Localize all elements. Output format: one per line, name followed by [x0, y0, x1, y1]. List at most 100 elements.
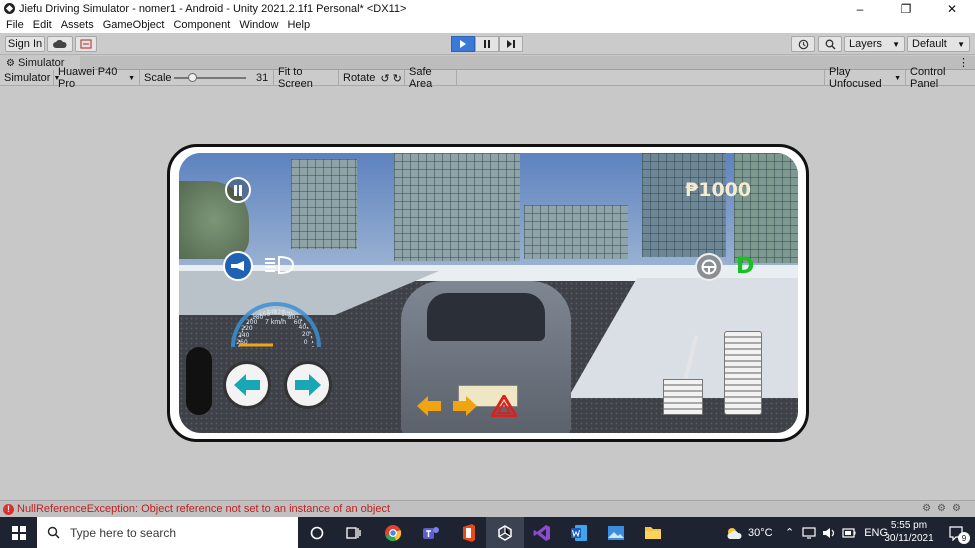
notification-center-button[interactable]: 9 — [937, 517, 975, 548]
car-rear-window — [427, 293, 545, 341]
steering-wheel-icon — [701, 259, 717, 275]
battery-icon[interactable] — [842, 527, 856, 539]
menu-gameobject[interactable]: GameObject — [103, 19, 165, 31]
menu-file[interactable]: File — [6, 19, 24, 31]
speedometer-tick-label: 260 — [236, 338, 248, 346]
building — [642, 153, 726, 257]
handbrake-slider[interactable] — [186, 347, 212, 415]
rotate-left-icon[interactable]: ↺ — [380, 72, 389, 85]
weather-partly-cloudy-icon — [727, 527, 742, 539]
speedometer-tick-label: 240 — [237, 331, 250, 339]
chevron-down-icon: ▼ — [128, 74, 135, 82]
chrome-app[interactable] — [374, 517, 412, 548]
window-title: Jiefu Driving Simulator - nomer1 - Andro… — [19, 2, 407, 15]
mode-dropdown[interactable]: Simulator ▼ — [0, 70, 60, 86]
left-signal-icon[interactable] — [415, 395, 443, 417]
menu-help[interactable]: Help — [287, 19, 310, 31]
file-explorer-app[interactable] — [634, 517, 672, 548]
word-app[interactable] — [560, 517, 598, 548]
collab-icon — [80, 39, 92, 49]
collab-button[interactable] — [75, 36, 97, 52]
search-button[interactable] — [818, 36, 842, 52]
building — [394, 153, 520, 261]
error-icon: ! — [3, 503, 14, 515]
unity-icon — [498, 524, 512, 541]
menu-assets[interactable]: Assets — [61, 19, 94, 31]
speed-readout: 7 km/h — [265, 319, 287, 326]
office-app[interactable] — [450, 517, 488, 548]
visual-studio-icon — [533, 524, 550, 541]
start-button[interactable] — [0, 517, 37, 548]
scale-value: 31 — [256, 72, 269, 84]
menu-window[interactable]: Window — [239, 19, 278, 31]
cortana-button[interactable] — [298, 517, 336, 548]
chevron-down-icon: ▼ — [894, 74, 901, 82]
unity-app[interactable] — [486, 517, 524, 548]
gear-indicator[interactable]: D — [736, 254, 754, 279]
play-controls — [451, 36, 523, 52]
fit-to-screen-button[interactable]: Fit to Screen — [274, 66, 339, 90]
photos-icon — [608, 525, 624, 540]
right-signal-icon[interactable] — [451, 395, 479, 417]
menu-bar: File Edit Assets GameObject Component Wi… — [0, 17, 975, 33]
scale-slider[interactable] — [174, 77, 246, 79]
play-mode-dropdown[interactable]: Play Unfocused ▼ — [824, 66, 906, 90]
rotate-right-icon[interactable]: ↻ — [393, 72, 402, 85]
system-tray: ⌃ ENG — [785, 517, 888, 548]
console-status-bar[interactable]: ! NullReferenceException: Object referen… — [0, 500, 975, 517]
speaker-icon[interactable] — [822, 527, 836, 539]
visual-studio-app[interactable] — [523, 517, 561, 548]
taskbar-clock[interactable]: 5:55 pm 30/11/2021 — [881, 519, 937, 545]
teams-app[interactable] — [412, 517, 450, 548]
word-icon — [571, 524, 587, 541]
notification-count-badge: 9 — [958, 532, 970, 544]
menu-edit[interactable]: Edit — [33, 19, 52, 31]
window-controls: – ❐ ✕ — [837, 0, 975, 17]
menu-component[interactable]: Component — [173, 19, 230, 31]
folder-icon — [645, 527, 661, 539]
horn-button[interactable] — [223, 251, 253, 281]
status-message[interactable]: NullReferenceException: Object reference… — [17, 503, 390, 515]
cloud-button[interactable] — [47, 36, 73, 52]
photos-app[interactable] — [597, 517, 635, 548]
horn-icon — [231, 261, 244, 271]
arrow-right-icon — [295, 374, 321, 396]
play-button[interactable] — [451, 36, 475, 52]
unity-logo-icon — [4, 3, 15, 14]
clock-time: 5:55 pm — [890, 520, 928, 531]
minimize-button[interactable]: – — [837, 0, 883, 17]
device-dropdown[interactable]: Huawei P40 Pro ▼ — [54, 66, 140, 90]
steer-right-button[interactable] — [284, 361, 332, 409]
gas-pedal[interactable] — [724, 331, 762, 415]
maximize-button[interactable]: ❐ — [883, 0, 929, 17]
camera-button[interactable] — [695, 253, 723, 281]
safe-area-toggle[interactable]: Safe Area — [405, 66, 457, 90]
steer-left-button[interactable] — [223, 361, 271, 409]
device-frame: ₱1000 D 0 20 40 60 80 100 120 140 160 180 200 220 24… — [167, 144, 809, 442]
pause-button[interactable] — [225, 177, 251, 203]
chevron-up-icon[interactable]: ⌃ — [785, 526, 794, 539]
windows-taskbar: Type here to search 30°C ⌃ ENG 5:55 pm 3… — [0, 517, 975, 548]
brake-pedal[interactable] — [663, 379, 703, 415]
building — [291, 159, 357, 249]
close-button[interactable]: ✕ — [929, 0, 975, 17]
sign-in-button[interactable]: Sign In — [5, 36, 45, 52]
network-icon[interactable] — [802, 526, 816, 539]
hazard-icon[interactable] — [491, 395, 517, 417]
weather-widget[interactable]: 30°C — [726, 517, 773, 548]
game-screen[interactable]: ₱1000 D 0 20 40 60 80 100 120 140 160 180 200 220 24… — [179, 153, 798, 433]
taskbar-search[interactable]: Type here to search — [37, 517, 298, 548]
control-panel-button[interactable]: Control Panel — [906, 66, 975, 90]
pause-button[interactable] — [475, 36, 499, 52]
layers-dropdown[interactable]: Layers ▼ — [844, 36, 905, 52]
clock-date: 30/11/2021 — [884, 533, 934, 544]
search-icon — [47, 526, 60, 539]
history-button[interactable] — [791, 36, 815, 52]
layers-label: Layers — [849, 38, 883, 50]
step-button[interactable] — [499, 36, 523, 52]
task-view-button[interactable] — [335, 517, 373, 548]
sign-in-label: Sign In — [7, 38, 43, 50]
layout-dropdown[interactable]: Default ▼ — [907, 36, 970, 52]
headlights-button[interactable] — [262, 251, 296, 279]
weather-temperature: 30°C — [748, 526, 773, 539]
